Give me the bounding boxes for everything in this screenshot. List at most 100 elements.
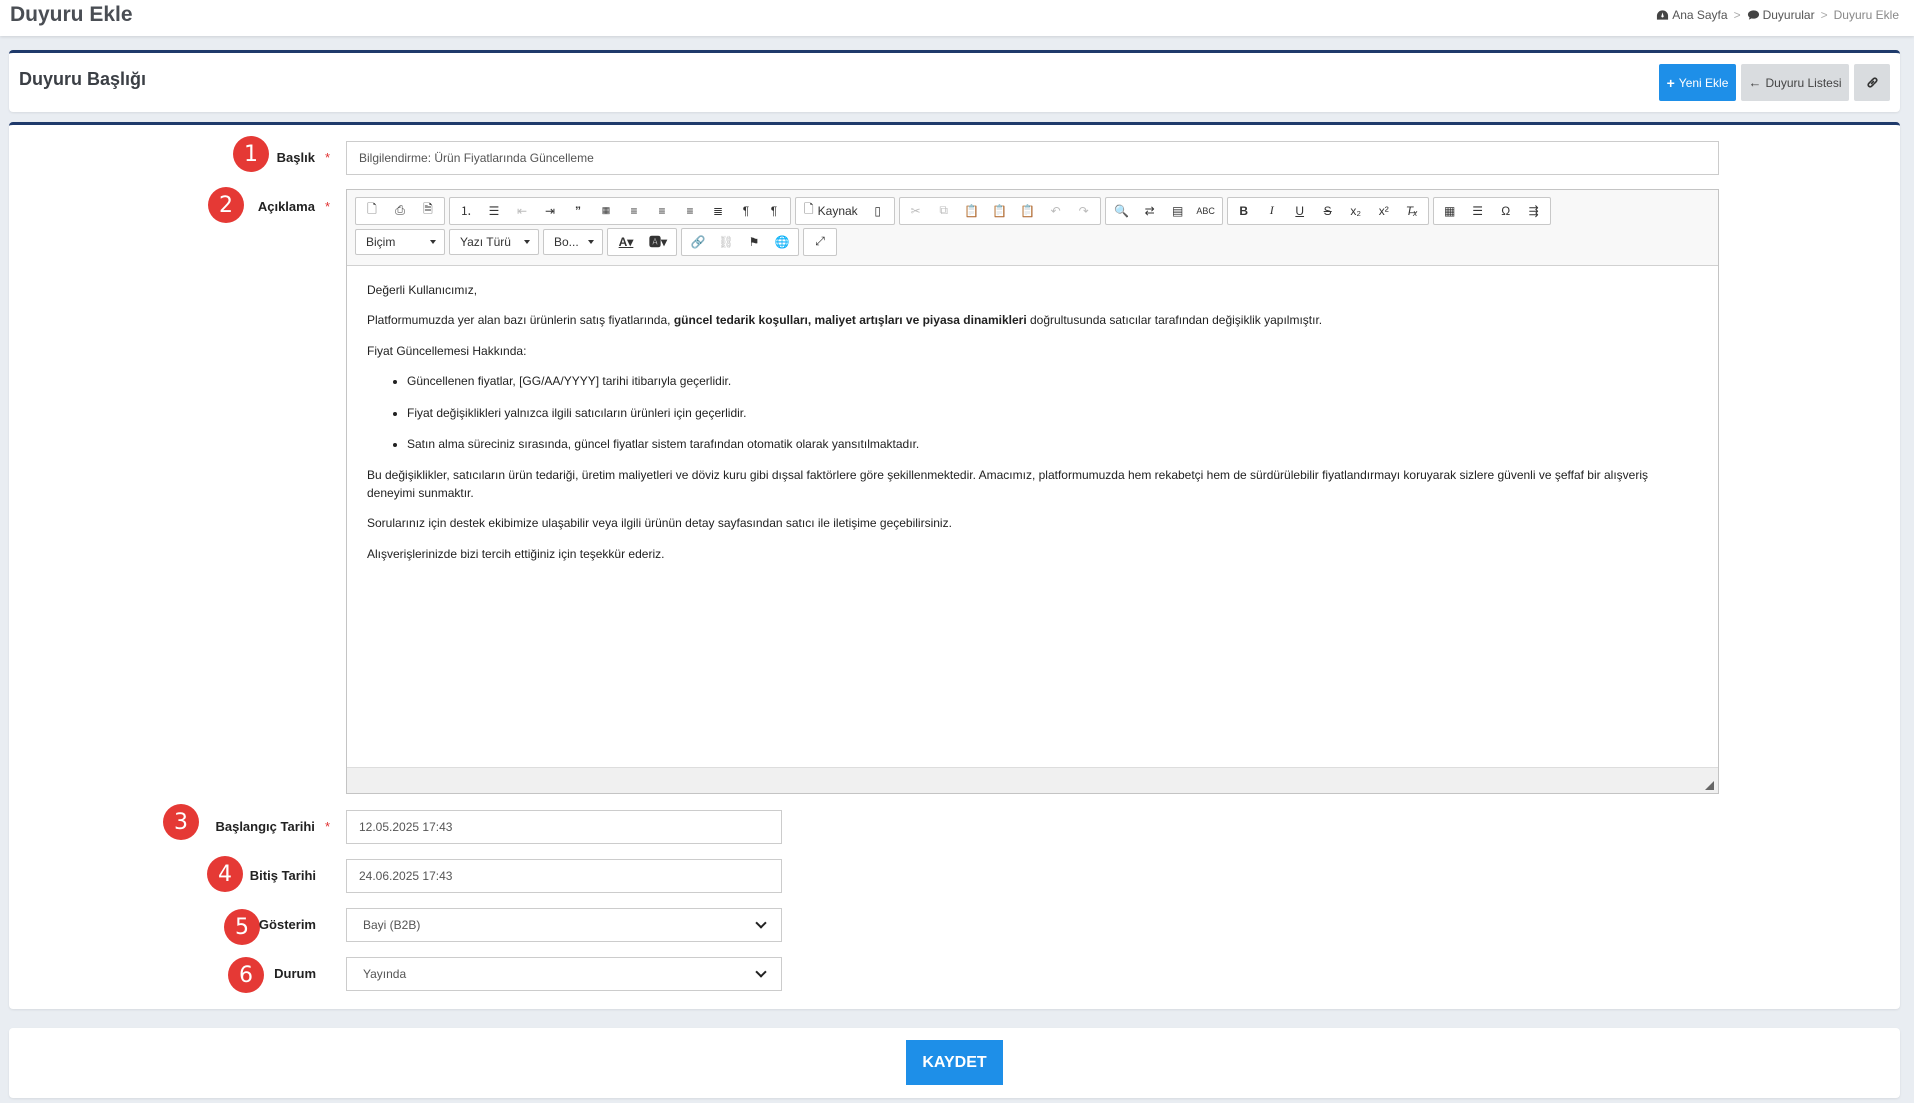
- toolbar-group-document: 🗋 ⎙ 🗎: [355, 196, 445, 225]
- add-new-button[interactable]: + Yeni Ekle: [1659, 64, 1736, 101]
- editor-statusbar: [347, 767, 1718, 793]
- unlink-icon[interactable]: ⛓: [712, 230, 740, 254]
- div-container-icon[interactable]: ▦: [592, 199, 620, 223]
- panel-title: Duyuru Başlığı: [19, 69, 147, 89]
- plus-icon: +: [1666, 74, 1675, 91]
- breadcrumb-home[interactable]: Ana Sayfa: [1656, 8, 1728, 22]
- rich-text-editor: 🗋 ⎙ 🗎 ⒈ ☰ ⇤ ⇥ ” ▦ ≡ ≡ ≡ ≣ ¶ ¶ 🗋Kaynak ▯: [346, 189, 1719, 794]
- arrow-left-icon: ←: [1748, 75, 1762, 90]
- bold-icon[interactable]: B: [1230, 199, 1258, 223]
- size-combo[interactable]: Bo...: [543, 228, 603, 255]
- align-center-icon[interactable]: ≡: [648, 199, 676, 223]
- greeting-text: Değerli Kullanıcımız,: [367, 283, 478, 297]
- anchor-flag-icon[interactable]: ⚑: [740, 230, 768, 254]
- ltr-icon[interactable]: ¶: [732, 199, 760, 223]
- select-all-icon[interactable]: ▤: [1164, 199, 1192, 223]
- paste-text-icon[interactable]: 📋: [986, 199, 1014, 223]
- toolbar-group-source: 🗋 Kaynak ▯: [795, 196, 895, 225]
- italic-icon[interactable]: I: [1258, 199, 1286, 223]
- paragraph-1: Platformumuzda yer alan bazı ürünlerin s…: [367, 313, 1323, 328]
- show-blocks-icon[interactable]: ▯: [864, 199, 892, 223]
- special-char-icon[interactable]: Ω: [1492, 199, 1520, 223]
- caret-down-icon: [588, 239, 594, 244]
- indent-icon[interactable]: ⇥: [536, 199, 564, 223]
- save-panel: KAYDET: [9, 1028, 1900, 1098]
- align-right-icon[interactable]: ≡: [676, 199, 704, 223]
- copy-icon[interactable]: ⧉: [930, 199, 958, 223]
- chevron-down-icon: [755, 917, 767, 929]
- display-select[interactable]: Bayi (B2B): [346, 908, 782, 942]
- breadcrumb-separator: >: [1820, 8, 1828, 22]
- underline-icon[interactable]: U: [1286, 199, 1314, 223]
- status-select[interactable]: Yayında: [346, 957, 782, 991]
- find-icon[interactable]: 🔍: [1108, 199, 1136, 223]
- required-mark: *: [324, 150, 330, 165]
- maximize-icon[interactable]: ⤢: [806, 230, 834, 254]
- paste-word-icon[interactable]: 📋: [1014, 199, 1042, 223]
- list-item: Güncellenen fiyatlar, [GG/AA/YYYY] tarih…: [407, 373, 1698, 390]
- undo-icon[interactable]: ↶: [1042, 199, 1070, 223]
- font-combo[interactable]: Yazı Türü: [449, 228, 539, 255]
- preview-icon[interactable]: 🗋: [358, 199, 386, 223]
- caret-down-icon: [524, 239, 530, 244]
- editor-toolbar: 🗋 ⎙ 🗎 ⒈ ☰ ⇤ ⇥ ” ▦ ≡ ≡ ≡ ≣ ¶ ¶ 🗋Kaynak ▯: [347, 190, 1718, 266]
- subscript-icon[interactable]: x₂: [1342, 199, 1370, 223]
- toolbar-group-basic-styles: B I U S x₂ x² T̶ₓ: [1226, 196, 1429, 225]
- strikethrough-icon[interactable]: S: [1314, 199, 1342, 223]
- start-date-input[interactable]: 12.05.2025 17:43: [346, 810, 782, 844]
- paste-icon[interactable]: 📋: [958, 199, 986, 223]
- end-date-input[interactable]: 24.06.2025 17:43: [346, 859, 782, 893]
- page-title: Duyuru Ekle: [10, 3, 133, 26]
- source-button[interactable]: 🗋 Kaynak: [798, 199, 864, 223]
- link-icon[interactable]: 🔗: [684, 230, 712, 254]
- resize-handle-icon[interactable]: [1705, 781, 1714, 790]
- breadcrumb: Ana Sayfa > Duyurular > Duyuru Ekle: [1656, 8, 1899, 22]
- announcement-list-button[interactable]: ← Duyuru Listesi: [1741, 64, 1849, 101]
- title-input[interactable]: Bilgilendirme: Ürün Fiyatlarında Güncell…: [346, 141, 1719, 175]
- source-icon: 🗋: [804, 202, 814, 216]
- list-item: Fiyat değişiklikleri yalnızca ilgili sat…: [407, 405, 1698, 422]
- bg-color-icon[interactable]: 🅰▾: [642, 230, 674, 254]
- toolbar-group-list: ⒈ ☰ ⇤ ⇥ ” ▦ ≡ ≡ ≡ ≣ ¶ ¶: [449, 196, 791, 225]
- print-icon[interactable]: ⎙: [386, 199, 414, 223]
- format-combo[interactable]: Biçim: [355, 228, 445, 255]
- align-justify-icon[interactable]: ≣: [704, 199, 732, 223]
- top-bar: Duyuru Ekle Ana Sayfa > Duyurular > Duyu…: [0, 0, 1914, 36]
- description-label: Açıklama *: [257, 199, 330, 214]
- toolbar-group-clipboard: ✂ ⧉ 📋 📋 📋 ↶ ↷: [898, 196, 1101, 225]
- globe-icon[interactable]: 🌐: [768, 230, 796, 254]
- templates-icon[interactable]: 🗎: [414, 199, 442, 223]
- table-icon[interactable]: ▦: [1436, 199, 1464, 223]
- breadcrumb-current: Duyuru Ekle: [1833, 8, 1899, 22]
- toolbar-group-colors: A▾ 🅰▾: [607, 227, 677, 256]
- display-label: Gösterim: [258, 917, 316, 932]
- superscript-icon[interactable]: x²: [1370, 199, 1398, 223]
- save-button[interactable]: KAYDET: [906, 1040, 1003, 1085]
- link-button[interactable]: [1854, 64, 1890, 101]
- spellcheck-icon[interactable]: ABC: [1192, 199, 1220, 223]
- blockquote-icon[interactable]: ”: [564, 199, 592, 223]
- toolbar-row-1: 🗋 ⎙ 🗎 ⒈ ☰ ⇤ ⇥ ” ▦ ≡ ≡ ≡ ≣ ¶ ¶ 🗋Kaynak ▯: [355, 195, 1710, 226]
- bulleted-list-icon[interactable]: ☰: [480, 199, 508, 223]
- required-mark: *: [324, 819, 330, 834]
- header-actions: + Yeni Ekle ← Duyuru Listesi: [1659, 64, 1890, 101]
- remove-format-icon[interactable]: T̶ₓ: [1398, 199, 1426, 223]
- breadcrumb-announcements[interactable]: Duyurular: [1747, 8, 1815, 22]
- text-color-icon[interactable]: A▾: [610, 230, 642, 254]
- status-label: Durum: [274, 966, 316, 981]
- editor-content[interactable]: Değerli Kullanıcımız, Platformumuzda yer…: [347, 266, 1718, 767]
- align-left-icon[interactable]: ≡: [620, 199, 648, 223]
- horizontal-line-icon[interactable]: ☰: [1464, 199, 1492, 223]
- redo-icon[interactable]: ↷: [1070, 199, 1098, 223]
- numbered-list-icon[interactable]: ⒈: [452, 199, 480, 223]
- toolbar-group-find: 🔍 ⇄ ▤ ABC: [1104, 196, 1223, 225]
- rtl-icon[interactable]: ¶: [760, 199, 788, 223]
- page-break-icon[interactable]: ⇶: [1520, 199, 1548, 223]
- start-date-label: Başlangıç Tarihi *: [215, 819, 330, 834]
- required-mark: *: [324, 199, 330, 214]
- cut-icon[interactable]: ✂: [902, 199, 930, 223]
- list-item: Satın alma süreciniz sırasında, güncel f…: [407, 436, 1698, 453]
- replace-icon[interactable]: ⇄: [1136, 199, 1164, 223]
- bullet-list: Güncellenen fiyatlar, [GG/AA/YYYY] tarih…: [407, 373, 1698, 453]
- outdent-icon[interactable]: ⇤: [508, 199, 536, 223]
